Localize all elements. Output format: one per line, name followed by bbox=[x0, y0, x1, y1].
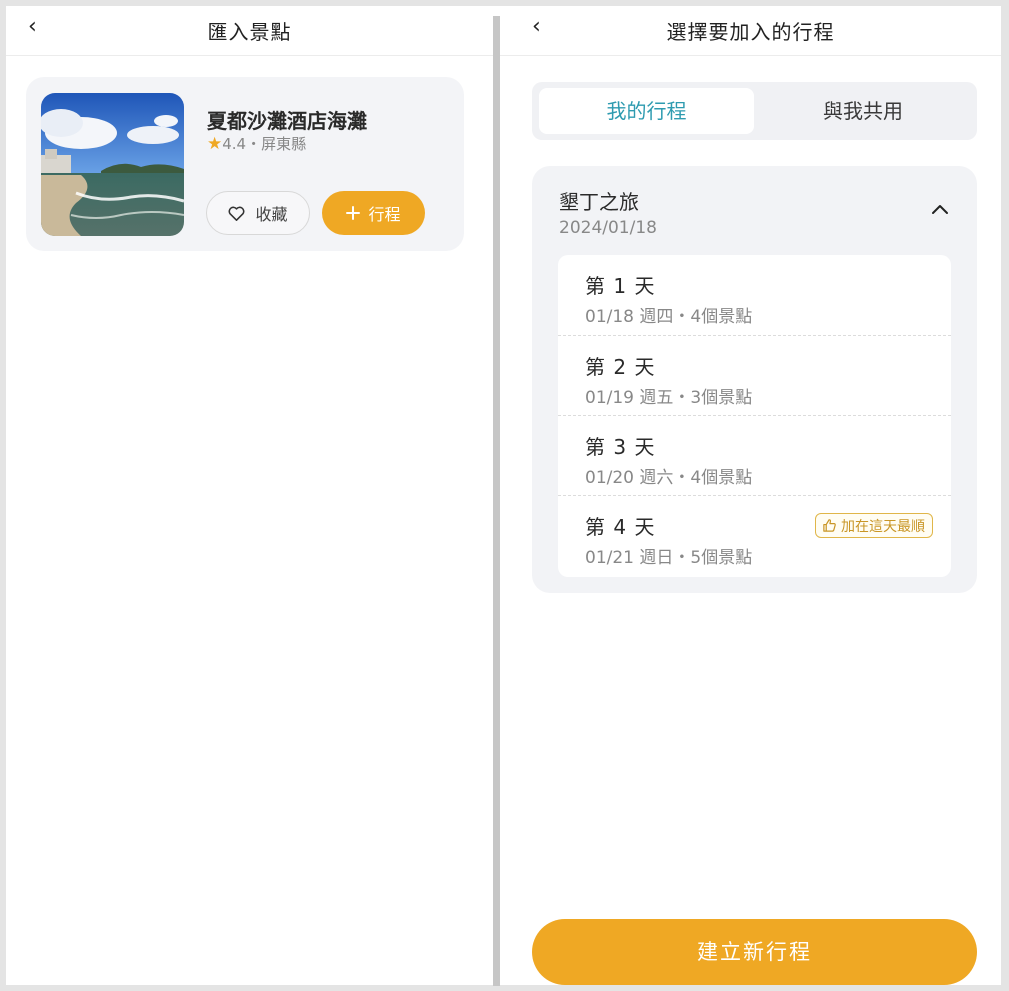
spot-rating: 4.4 bbox=[222, 135, 247, 153]
day-subtitle: 01/20 週六・4個景點 bbox=[585, 468, 753, 488]
day-title: 第 3 天 bbox=[585, 435, 656, 459]
create-trip-button[interactable]: 建立新行程 bbox=[532, 919, 977, 985]
day-subtitle: 01/21 週日・5個景點 bbox=[585, 548, 753, 568]
chevron-up-icon[interactable] bbox=[929, 199, 951, 221]
day-item-3[interactable]: 第 3 天 01/20 週六・4個景點 bbox=[558, 415, 951, 495]
day-subtitle: 01/18 週四・4個景點 bbox=[585, 307, 753, 327]
plus-icon bbox=[346, 206, 361, 220]
thumbs-up-icon bbox=[823, 519, 836, 532]
day-title: 第 1 天 bbox=[585, 274, 656, 298]
tab-shared-with-me[interactable]: 與我共用 bbox=[754, 88, 972, 134]
page-title: 選擇要加入的行程 bbox=[666, 20, 835, 44]
spot-meta: ★4.4・屏東縣 bbox=[207, 133, 306, 154]
trip-card: 墾丁之旅 2024/01/18 第 1 天 01/18 週四・4個景點 第 2 … bbox=[532, 166, 977, 593]
spot-name: 夏都沙灘酒店海灘 bbox=[207, 109, 367, 133]
screen-frame: ‹ 匯入景點 夏都沙灘酒店海灘 ★4.4・屏東縣 收藏 行程 ‹ 選擇要加入的行… bbox=[6, 6, 1001, 986]
top-bar: ‹ 選擇要加入的行程 bbox=[500, 6, 1001, 56]
top-bar: ‹ 匯入景點 bbox=[6, 6, 493, 56]
spot-photo bbox=[41, 93, 184, 236]
spot-location: 屏東縣 bbox=[261, 135, 307, 153]
trip-source-tabs: 我的行程 與我共用 bbox=[532, 82, 977, 140]
day-subtitle: 01/19 週五・3個景點 bbox=[585, 388, 753, 408]
favorite-label: 收藏 bbox=[255, 205, 288, 224]
day-item-2[interactable]: 第 2 天 01/19 週五・3個景點 bbox=[558, 335, 951, 415]
heart-icon bbox=[229, 206, 245, 221]
add-to-trip-button[interactable]: 行程 bbox=[322, 191, 425, 235]
day-item-4[interactable]: 第 4 天 01/21 週日・5個景點 加在這天最順 bbox=[558, 495, 951, 575]
day-item-1[interactable]: 第 1 天 01/18 週四・4個景點 bbox=[558, 255, 951, 335]
trip-date: 2024/01/18 bbox=[559, 218, 657, 238]
choose-trip-screen: ‹ 選擇要加入的行程 我的行程 與我共用 墾丁之旅 2024/01/18 第 1… bbox=[500, 6, 1001, 985]
panel-divider bbox=[493, 16, 500, 986]
page-title: 匯入景點 bbox=[207, 20, 292, 44]
star-icon: ★ bbox=[207, 134, 223, 154]
import-spot-screen: ‹ 匯入景點 夏都沙灘酒店海灘 ★4.4・屏東縣 收藏 行程 bbox=[6, 6, 493, 985]
trip-name: 墾丁之旅 bbox=[559, 190, 639, 214]
spot-card: 夏都沙灘酒店海灘 ★4.4・屏東縣 收藏 行程 bbox=[26, 77, 464, 251]
day-list: 第 1 天 01/18 週四・4個景點 第 2 天 01/19 週五・3個景點 … bbox=[558, 255, 951, 577]
badge-label: 加在這天最順 bbox=[841, 518, 925, 535]
favorite-button[interactable]: 收藏 bbox=[206, 191, 310, 235]
recommended-badge: 加在這天最順 bbox=[815, 513, 933, 538]
add-to-trip-label: 行程 bbox=[368, 205, 401, 224]
meta-separator: ・ bbox=[246, 135, 262, 153]
day-title: 第 4 天 bbox=[585, 515, 656, 539]
tab-my-trips[interactable]: 我的行程 bbox=[539, 88, 754, 134]
day-title: 第 2 天 bbox=[585, 355, 656, 379]
